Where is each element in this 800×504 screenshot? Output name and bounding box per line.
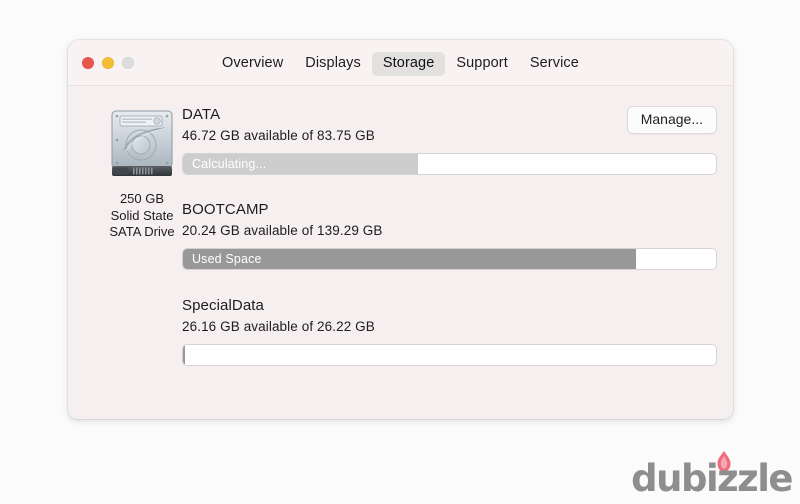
volume-name: SpecialData <box>182 297 264 314</box>
tab-support[interactable]: Support <box>445 52 519 76</box>
storage-bar-fill: Calculating... <box>183 154 418 174</box>
storage-bar-fill <box>183 345 186 365</box>
internal-hard-drive-icon <box>103 104 181 182</box>
storage-bar[interactable] <box>182 344 717 366</box>
volume-availability: 20.24 GB available of 139.29 GB <box>182 223 383 238</box>
tab-bar: Overview Displays Storage Support Servic… <box>68 52 733 76</box>
dubizzle-watermark: dubizzle <box>631 450 793 498</box>
volume-row: SpecialData 26.16 GB available of 26.22 … <box>182 297 717 366</box>
tab-storage[interactable]: Storage <box>371 52 446 76</box>
volume-list: Manage... DATA 46.72 GB available of 83.… <box>182 106 717 366</box>
volume-name: BOOTCAMP <box>182 201 269 218</box>
storage-bar[interactable]: Calculating... <box>182 153 717 175</box>
volume-row: BOOTCAMP 20.24 GB available of 139.29 GB… <box>182 201 717 270</box>
storage-pane: 250 GB Solid State SATA Drive Manage... … <box>68 86 733 419</box>
volume-row: Manage... DATA 46.72 GB available of 83.… <box>182 106 717 175</box>
storage-bar[interactable]: Used Space <box>182 248 717 270</box>
window-titlebar: Overview Displays Storage Support Servic… <box>68 40 733 86</box>
tab-displays[interactable]: Displays <box>294 52 372 76</box>
about-this-mac-window: Overview Displays Storage Support Servic… <box>68 40 733 419</box>
tab-overview[interactable]: Overview <box>211 52 294 76</box>
volume-availability: 26.16 GB available of 26.22 GB <box>182 319 375 334</box>
storage-bar-label: Used Space <box>192 252 262 266</box>
tab-service[interactable]: Service <box>519 52 590 76</box>
manage-button[interactable]: Manage... <box>626 106 717 134</box>
watermark-text: dubizzle <box>631 457 793 500</box>
storage-bar-label: Calculating... <box>192 157 267 171</box>
storage-bar-fill: Used Space <box>183 249 637 269</box>
